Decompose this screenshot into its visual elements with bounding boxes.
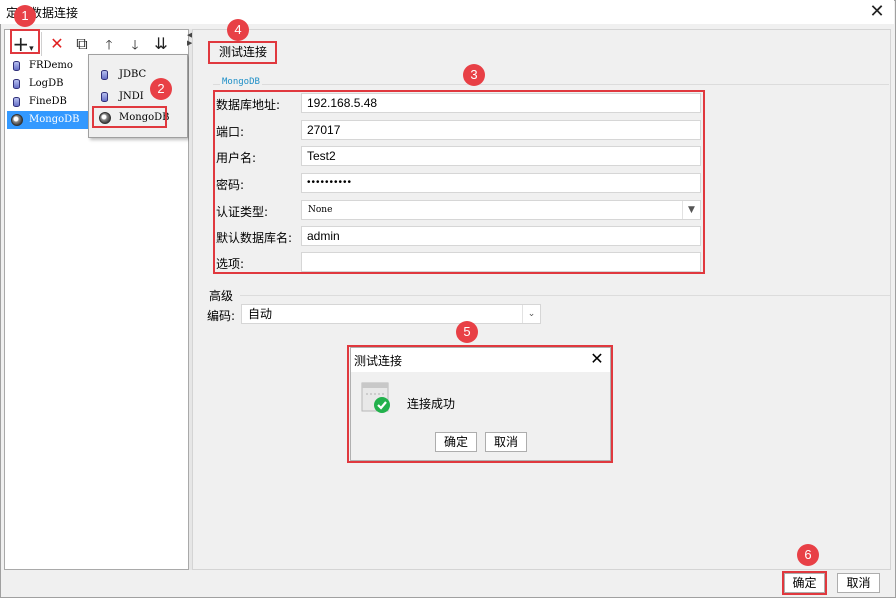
- encoding-value: 自动: [248, 307, 273, 321]
- annotation-badge-2: 2: [150, 78, 172, 100]
- encoding-select[interactable]: 自动 ⌄: [241, 304, 541, 324]
- collapse-arrow-icon[interactable]: ◀ ▶: [187, 31, 192, 47]
- sort-icon: ⇊: [154, 34, 168, 53]
- annotation-box-ok: [782, 571, 827, 595]
- connection-label: MongoDB: [29, 114, 80, 125]
- annotation-badge-6: 6: [797, 544, 819, 566]
- encoding-label: 编码:: [207, 309, 236, 323]
- close-icon: ✕: [869, 1, 885, 22]
- arrow-up-icon: 🡑: [105, 38, 113, 53]
- copy-connection-button[interactable]: ⧉: [71, 33, 93, 55]
- connection-label: FRDemo: [29, 60, 73, 71]
- delete-connection-button[interactable]: ✕: [46, 33, 68, 55]
- connection-label: FineDB: [29, 96, 67, 107]
- database-icon: [13, 79, 20, 89]
- sort-button[interactable]: ⇊: [150, 33, 172, 55]
- annotation-badge-3: 3: [463, 64, 485, 86]
- chevron-down-icon[interactable]: ⌄: [522, 305, 540, 323]
- connection-item-mongodb[interactable]: MongoDB: [7, 111, 92, 129]
- annotation-box-form: [213, 90, 705, 274]
- annotation-box-test: [208, 41, 277, 64]
- menu-item-label: JDBC: [119, 69, 147, 80]
- cancel-button[interactable]: 取消: [837, 573, 880, 593]
- toolbar-divider: [41, 32, 42, 56]
- annotation-box-mongodb-menu: [92, 106, 167, 128]
- title-bar: 定义数据连接 ✕: [0, 0, 894, 24]
- annotation-box-dialog: [347, 345, 613, 463]
- connection-label: LogDB: [29, 78, 64, 89]
- annotation-box-add: [10, 29, 40, 54]
- annotation-badge-4: 4: [227, 19, 249, 41]
- annotation-badge-1: 1: [14, 5, 36, 27]
- window-close-button[interactable]: ✕: [866, 1, 888, 23]
- delete-icon: ✕: [50, 34, 64, 53]
- database-icon: [13, 97, 20, 107]
- move-up-button[interactable]: 🡑: [98, 33, 120, 55]
- move-down-button[interactable]: 🡓: [124, 33, 146, 55]
- menu-item-label: JNDI: [119, 91, 144, 102]
- database-icon: [13, 61, 20, 71]
- advanced-divider: [240, 295, 890, 296]
- database-icon: [101, 92, 108, 102]
- annotation-badge-5: 5: [456, 321, 478, 343]
- mongodb-icon: [11, 114, 23, 126]
- copy-icon: ⧉: [76, 34, 88, 53]
- arrow-down-icon: 🡓: [131, 38, 139, 53]
- database-icon: [101, 70, 108, 80]
- group-divider: [213, 84, 889, 85]
- group-title: MongoDB: [220, 77, 262, 87]
- advanced-title: 高级: [209, 289, 234, 303]
